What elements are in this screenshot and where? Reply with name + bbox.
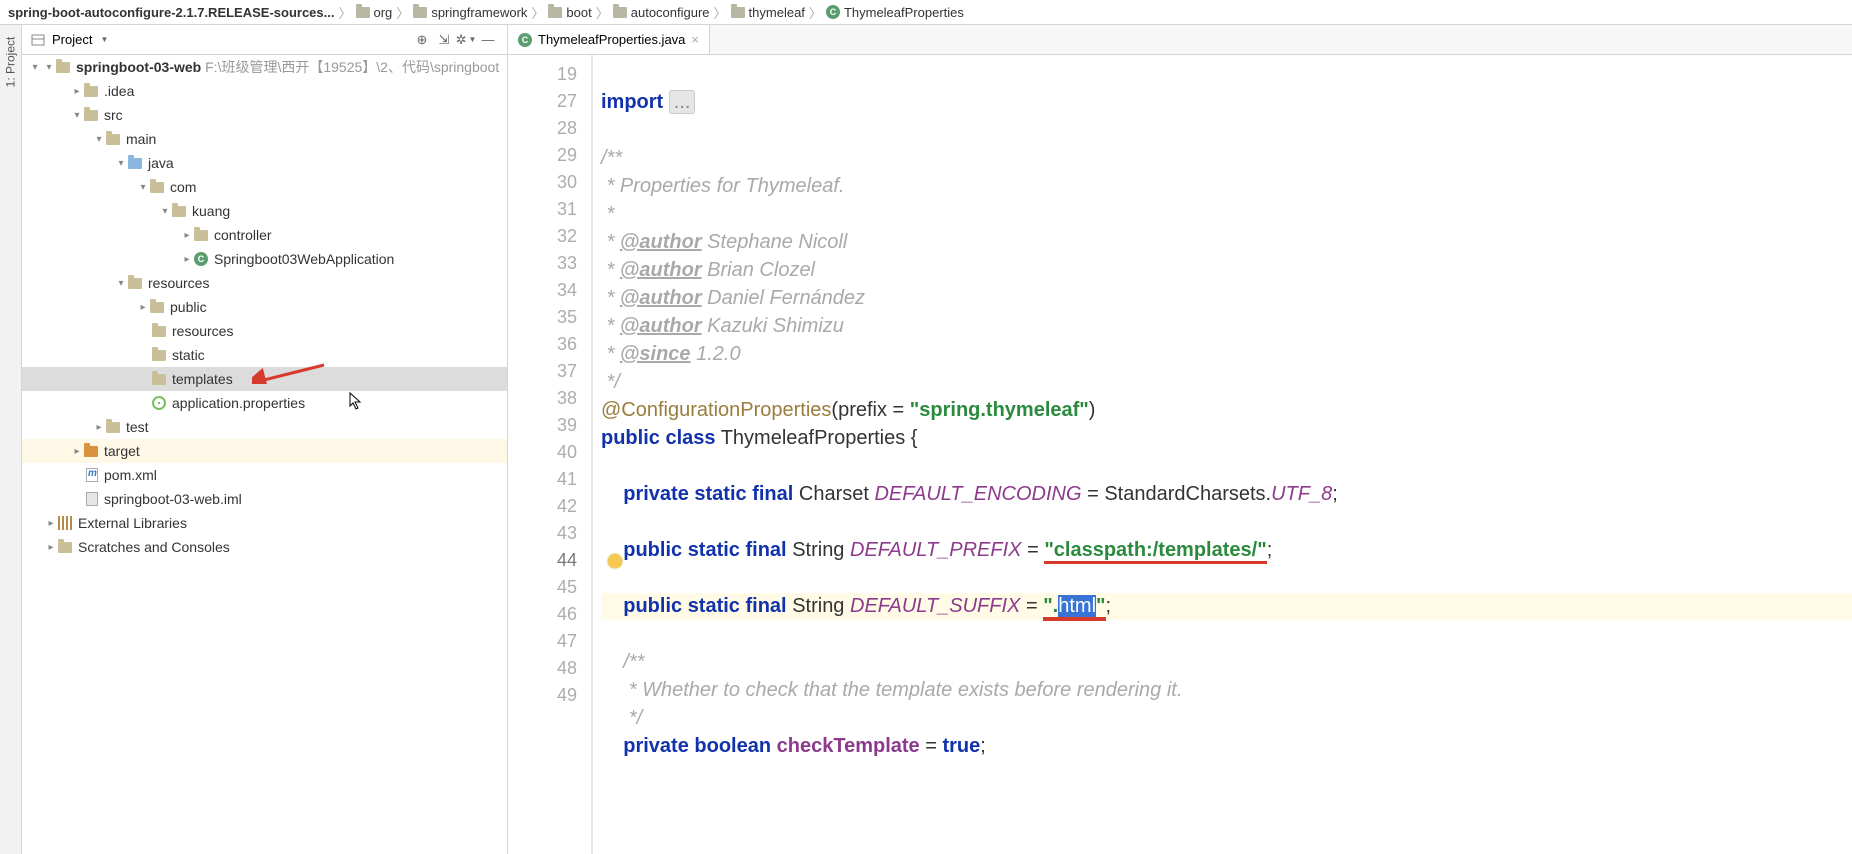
chevron-right-icon[interactable]: ▸ (136, 302, 150, 313)
code-editor[interactable]: 19 27 28 29 30 31 32 33 34 35 36 37 38 3… (508, 55, 1852, 854)
folder-icon (613, 7, 627, 18)
collapse-icon[interactable]: ⇲ (433, 29, 455, 51)
chevron-right-icon[interactable]: ▸ (70, 446, 84, 457)
tree-item-scratches[interactable]: ▸Scratches and Consoles (22, 535, 507, 559)
cursor-icon (349, 392, 363, 410)
tree-item-application-properties[interactable]: application.properties (22, 391, 507, 415)
tree-item-main[interactable]: ▾main (22, 127, 507, 151)
breadcrumb: spring-boot-autoconfigure-2.1.7.RELEASE-… (0, 0, 972, 24)
iml-file-icon (86, 492, 98, 506)
breadcrumb-item[interactable]: springframework (413, 5, 527, 20)
tree-item-com[interactable]: ▾com (22, 175, 507, 199)
folder-icon (548, 7, 562, 18)
chevron-right-icon[interactable]: ▸ (92, 422, 106, 433)
class-icon: C (518, 33, 532, 47)
breadcrumb-item[interactable]: thymeleaf (731, 5, 805, 20)
tree-item-iml[interactable]: springboot-03-web.iml (22, 487, 507, 511)
chevron-right-icon[interactable]: ▸ (180, 230, 194, 241)
folder-icon (194, 230, 208, 241)
tree-item-java[interactable]: ▾java (22, 151, 507, 175)
chevron-right-icon[interactable]: ▸ (44, 542, 58, 553)
tree-item-static[interactable]: static (22, 343, 507, 367)
editor-area: C ThymeleafProperties.java × 19 27 28 29… (508, 25, 1852, 854)
close-icon[interactable]: × (691, 32, 699, 47)
folder-icon (413, 7, 427, 18)
folder-icon (84, 110, 98, 121)
gutter: 19 27 28 29 30 31 32 33 34 35 36 37 38 3… (508, 55, 593, 854)
chevron-down-icon[interactable]: ▾ (114, 158, 128, 169)
folder-icon (56, 62, 70, 73)
maven-file-icon (86, 468, 98, 482)
tree-item-resources-inner[interactable]: resources (22, 319, 507, 343)
library-icon (58, 516, 72, 530)
chevron-down-icon[interactable]: ▾ (158, 206, 172, 217)
folder-icon (106, 134, 120, 145)
tree-item-controller[interactable]: ▸controller (22, 223, 507, 247)
tree-item-target[interactable]: ▸target (22, 439, 507, 463)
class-icon: C (194, 252, 208, 266)
side-rail: 1: Project (0, 25, 22, 854)
tree-item-resources[interactable]: ▾resources (22, 271, 507, 295)
folder-icon (152, 326, 166, 337)
project-title[interactable]: Project▼ (30, 32, 108, 48)
chevron-down-icon[interactable]: ▾ (114, 278, 128, 289)
folder-icon (731, 7, 745, 18)
class-icon: C (826, 5, 840, 19)
breadcrumb-item[interactable]: org (356, 5, 393, 20)
breadcrumb-item[interactable]: CThymeleafProperties (826, 5, 964, 20)
chevron-right-icon[interactable]: ▸ (70, 86, 84, 97)
folder-icon (150, 302, 164, 313)
project-icon (30, 32, 46, 48)
tree-item-ext-lib[interactable]: ▸External Libraries (22, 511, 507, 535)
folder-icon (84, 446, 98, 457)
project-panel: Project▼ ⊕ ⇲ ✲▼ — ▾▾springboot-03-web F:… (22, 25, 508, 854)
chevron-down-icon[interactable]: ▾ (70, 110, 84, 121)
project-tree: ▾▾springboot-03-web F:\班级管理\西开【19525】\2、… (22, 55, 507, 854)
editor-tab[interactable]: C ThymeleafProperties.java × (508, 25, 710, 54)
properties-icon (152, 396, 166, 410)
chevron-down-icon[interactable]: ▾ (92, 134, 106, 145)
folder-icon (58, 542, 72, 553)
breadcrumb-item[interactable]: spring-boot-autoconfigure-2.1.7.RELEASE-… (8, 5, 334, 20)
folder-icon (356, 7, 370, 18)
tab-label: ThymeleafProperties.java (538, 32, 685, 47)
fold-placeholder[interactable]: ... (669, 90, 696, 114)
folder-icon (128, 158, 142, 169)
side-rail-label[interactable]: 1: Project (4, 37, 18, 88)
tree-item-app-class[interactable]: ▸CSpringboot03WebApplication (22, 247, 507, 271)
project-header: Project▼ ⊕ ⇲ ✲▼ — (22, 25, 507, 55)
tree-item-idea[interactable]: ▸.idea (22, 79, 507, 103)
editor-tabs: C ThymeleafProperties.java × (508, 25, 1852, 55)
breadcrumb-bar: spring-boot-autoconfigure-2.1.7.RELEASE-… (0, 0, 1852, 25)
chevron-down-icon: ▼ (100, 35, 108, 44)
code-content[interactable]: import ... /** * Properties for Thymelea… (593, 55, 1852, 854)
locate-icon[interactable]: ⊕ (411, 29, 433, 51)
chevron-down-icon[interactable]: ▾ (28, 62, 42, 73)
chevron-right-icon[interactable]: ▸ (180, 254, 194, 265)
tree-item-public[interactable]: ▸public (22, 295, 507, 319)
hide-icon[interactable]: — (477, 29, 499, 51)
folder-icon (128, 278, 142, 289)
breadcrumb-item[interactable]: autoconfigure (613, 5, 710, 20)
folder-icon (152, 350, 166, 361)
tree-item-pom[interactable]: pom.xml (22, 463, 507, 487)
gear-icon[interactable]: ✲▼ (455, 29, 477, 51)
chevron-right-icon[interactable]: ▸ (44, 518, 58, 529)
breadcrumb-item[interactable]: boot (548, 5, 591, 20)
tree-item-src[interactable]: ▾src (22, 103, 507, 127)
folder-icon (106, 422, 120, 433)
folder-icon (172, 206, 186, 217)
tree-item-kuang[interactable]: ▾kuang (22, 199, 507, 223)
folder-icon (84, 86, 98, 97)
chevron-down-icon[interactable]: ▾ (136, 182, 150, 193)
folder-icon (152, 374, 166, 385)
tree-item-test[interactable]: ▸test (22, 415, 507, 439)
folder-icon (150, 182, 164, 193)
tree-item-templates[interactable]: templates (22, 367, 507, 391)
intention-bulb-icon[interactable] (608, 554, 622, 568)
tree-root[interactable]: ▾▾springboot-03-web F:\班级管理\西开【19525】\2、… (22, 55, 507, 79)
